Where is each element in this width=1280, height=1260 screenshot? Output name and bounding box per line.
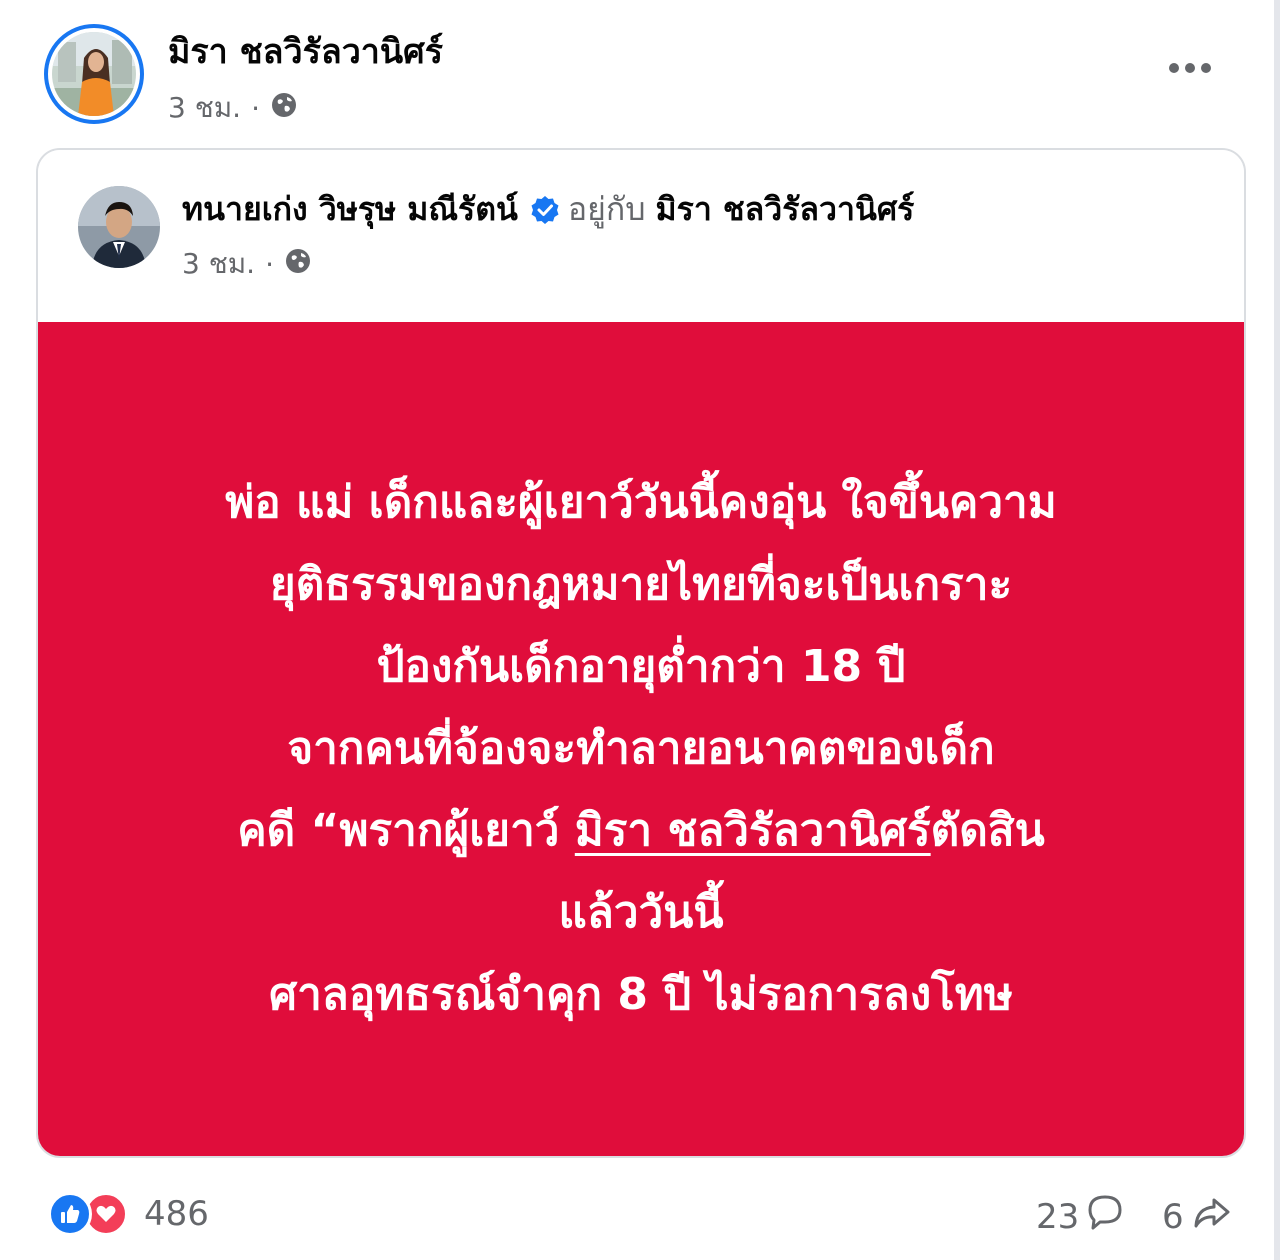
shared-author-avatar[interactable] (78, 186, 160, 268)
shared-post-header: ทนายเก่ง วิษรุษ มณีรัตน์ อยู่กับ มิรา ชล… (38, 150, 1244, 322)
author-avatar-photo (52, 32, 136, 116)
more-horizontal-icon (1168, 59, 1212, 78)
shared-author-name[interactable]: ทนายเก่ง วิษรุษ มณีรัตน์ (182, 184, 518, 235)
share-count-button[interactable]: 6 (1162, 1192, 1234, 1241)
share-icon (1190, 1192, 1234, 1241)
tagged-person-name[interactable]: มิรา ชลวิรัลวานิศร์ (656, 184, 915, 235)
message-line: ป้องกันเด็กอายุต่ำกว่า 18 ปี (376, 641, 906, 692)
message-line: แล้ววันนี้ (558, 887, 724, 938)
message-line: จากคนที่จ้องจะทำลายอนาคตของเด็ก (287, 723, 995, 774)
meta-separator: · (251, 91, 260, 125)
verified-badge-icon (530, 195, 560, 225)
like-icon (48, 1192, 92, 1236)
with-label: อยู่กับ (567, 190, 646, 228)
comment-icon (1085, 1192, 1125, 1241)
message-text: ตัดสิน (930, 805, 1045, 856)
share-count: 6 (1162, 1196, 1184, 1237)
message-line: คดี “พรากผู้เยาว์ มิรา ชลวิรัลวานิศร์ตัด… (237, 790, 1045, 872)
globe-icon (270, 91, 298, 126)
comment-count: 23 (1036, 1196, 1080, 1237)
mention-link[interactable]: มิรา ชลวิรัลวานิศร์ (575, 805, 931, 856)
message-line: พ่อ แม่ เด็กและผู้เยาว์วันนี้คงอุ่น ใจขึ… (225, 477, 1057, 528)
message-line: ศาลอุทธรณ์จำคุก 8 ปี ไม่รอการลงโทษ (269, 969, 1013, 1020)
text-post-background: พ่อ แม่ เด็กและผู้เยาว์วันนี้คงอุ่น ใจขึ… (38, 322, 1244, 1156)
shared-post-meta: 3 ชม. · (182, 242, 312, 286)
reactions-summary[interactable]: 486 (48, 1192, 209, 1236)
shared-post-time[interactable]: 3 ชม. (182, 242, 255, 286)
shared-author-line: ทนายเก่ง วิษรุษ มณีรัตน์ อยู่กับ มิรา ชล… (182, 184, 914, 235)
globe-icon (284, 247, 312, 282)
author-avatar[interactable] (44, 24, 144, 124)
message-text: คดี “พรากผู้เยาว์ (237, 805, 575, 856)
meta-separator: · (265, 247, 274, 281)
window-edge (1274, 0, 1280, 1260)
reaction-count: 486 (144, 1194, 209, 1234)
comment-count-button[interactable]: 23 (1036, 1192, 1125, 1241)
shared-post-card[interactable]: ทนายเก่ง วิษรุษ มณีรัตน์ อยู่กับ มิรา ชล… (36, 148, 1246, 1158)
post-meta: 3 ชม. · (168, 86, 298, 130)
message-line: ยุติธรรมของกฎหมายไทยที่จะเป็นเกราะ (269, 559, 1013, 610)
post-author-name[interactable]: มิรา ชลวิรัลวานิศร์ (168, 24, 443, 78)
post-time[interactable]: 3 ชม. (168, 86, 241, 130)
more-options-button[interactable] (1160, 48, 1220, 88)
